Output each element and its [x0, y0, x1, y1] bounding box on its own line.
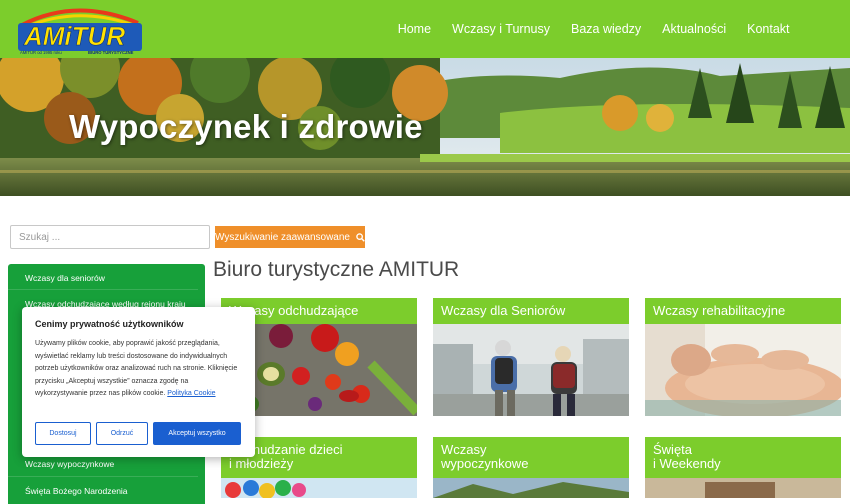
cookie-body: Używamy plików cookie, aby poprawić jako…	[35, 340, 238, 397]
card-wczasy-dla-seniorow[interactable]: Wczasy dla Seniorów	[433, 298, 629, 417]
card-wczasy-wypoczynkowe[interactable]: Wczasy wypoczynkowe	[433, 437, 629, 498]
cookie-accept-all-button[interactable]: Akceptuj wszystko	[153, 422, 241, 445]
advanced-search-label: Wyszukiwanie zaawansowane	[215, 231, 350, 243]
card-title: Święta i Weekendy	[645, 437, 841, 478]
nav-kontakt[interactable]: Kontakt	[737, 22, 800, 36]
balloons-image	[221, 477, 417, 498]
svg-text:AMITUR od 1995 roku: AMITUR od 1995 roku	[20, 50, 62, 55]
massage-image	[645, 324, 841, 417]
cookie-text: Używamy plików cookie, aby poprawić jako…	[35, 338, 242, 401]
card-wczasy-rehabilitacyjne[interactable]: Wczasy rehabilitacyjne	[645, 298, 841, 417]
cookie-title: Cenimy prywatność użytkowników	[35, 319, 184, 329]
svg-text:BIURO TURYSTYCZNE: BIURO TURYSTYCZNE	[88, 50, 134, 55]
cookie-policy-link[interactable]: Polityka Cookie	[167, 390, 215, 397]
site-header: AMiTUR AMITUR od 1995 roku BIURO TURYSTY…	[0, 0, 850, 58]
search-icon	[356, 232, 365, 242]
card-title: Wczasy dla Seniorów	[433, 298, 629, 325]
hero-title: Wypoczynek i zdrowie	[69, 108, 423, 145]
nav-wczasy-i-turnusy[interactable]: Wczasy i Turnusy	[442, 22, 561, 36]
holiday-image	[645, 477, 841, 498]
card-title-line1: Święta	[653, 442, 693, 457]
svg-text:AMiTUR: AMiTUR	[23, 21, 125, 51]
card-swieta-i-weekendy[interactable]: Święta i Weekendy	[645, 437, 841, 498]
search-input[interactable]	[10, 225, 210, 249]
hero-banner: Wypoczynek i zdrowie	[0, 58, 850, 196]
main-nav: Home Wczasy i Turnusy Baza wiedzy Aktual…	[387, 0, 800, 58]
nav-aktualnosci[interactable]: Aktualności	[652, 22, 737, 36]
card-title-line2: wypoczynkowe	[441, 456, 529, 472]
card-title-line2: i młodzieży	[229, 456, 294, 472]
card-title-line1: Odchudzanie dzieci	[229, 442, 343, 457]
cookie-reject-button[interactable]: Odrzuć	[96, 422, 148, 445]
card-title: Wczasy rehabilitacyjne	[645, 298, 841, 325]
page-title: Biuro turystyczne AMITUR	[213, 258, 460, 281]
card-title-line1: Wczasy	[441, 442, 487, 457]
advanced-search-button[interactable]: Wyszukiwanie zaawansowane	[215, 226, 365, 248]
card-title: Wczasy wypoczynkowe	[433, 437, 629, 478]
sidebar-divider	[8, 289, 198, 290]
nav-baza-wiedzy[interactable]: Baza wiedzy	[560, 22, 651, 36]
nav-home[interactable]: Home	[387, 22, 441, 36]
sidebar-divider	[8, 476, 198, 477]
landscape-image	[433, 477, 629, 498]
card-title-line2: i Weekendy	[653, 456, 721, 472]
cookie-buttons: Dostosuj Odrzuć Akceptuj wszystko	[35, 422, 241, 445]
sidebar-item-wczasy-dla-seniorow[interactable]: Wczasy dla seniorów	[25, 273, 105, 283]
sidebar-item-swieta-bozego-narodzenia[interactable]: Święta Bożego Narodzenia	[25, 486, 128, 496]
sidebar-item-wczasy-wypoczynkowe[interactable]: Wczasy wypoczynkowe	[25, 459, 114, 469]
cookie-customize-button[interactable]: Dostosuj	[35, 422, 91, 445]
seniors-walking-image	[433, 324, 629, 417]
cookie-consent-dialog: Cenimy prywatność użytkowników Używamy p…	[22, 307, 255, 457]
amitur-logo[interactable]: AMiTUR AMITUR od 1995 roku BIURO TURYSTY…	[16, 5, 144, 55]
